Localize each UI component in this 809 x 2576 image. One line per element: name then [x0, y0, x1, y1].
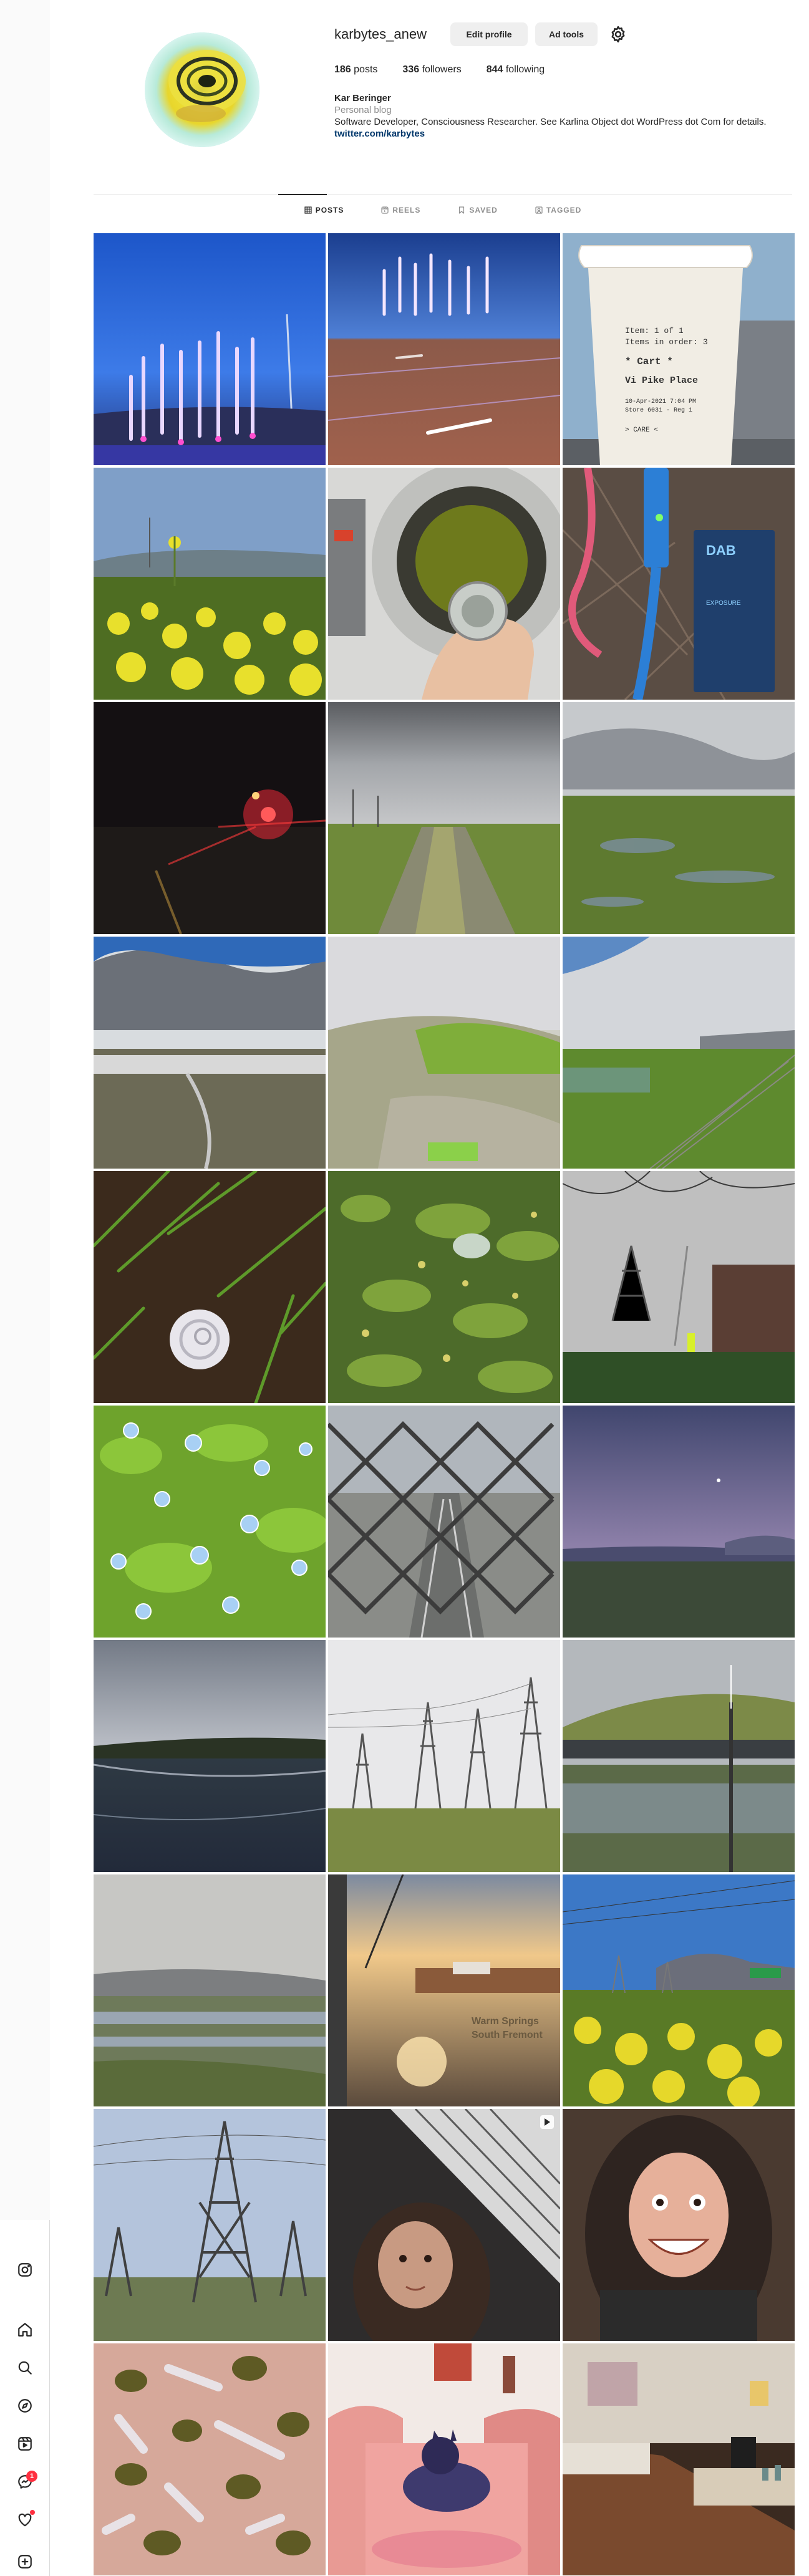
cup-label-line-2: Items in order: 3	[625, 337, 708, 347]
followers-stat[interactable]: 336 followers	[402, 64, 461, 75]
profile-avatar[interactable]	[145, 32, 259, 147]
tab-reels-label: REELS	[392, 206, 421, 215]
home-icon[interactable]	[14, 2318, 36, 2341]
posts-count: 186	[334, 64, 351, 75]
messages-badge: 1	[26, 2471, 37, 2482]
post-thumbnail[interactable]	[94, 1171, 326, 1403]
post-thumbnail[interactable]	[563, 1406, 795, 1638]
post-thumbnail[interactable]	[328, 2343, 560, 2575]
profile-full-name: Kar Beringer	[334, 93, 391, 104]
cup-label-line-3: * Cart *	[625, 356, 673, 367]
profile-bio: Kar Beringer Personal blog Software Deve…	[334, 92, 790, 140]
post-thumbnail[interactable]	[328, 468, 560, 700]
profile-stats: 186 posts 336 followers 844 following	[334, 64, 545, 75]
station-sign-line-1: Warm Springs	[472, 2016, 539, 2027]
post-thumbnail[interactable]	[328, 233, 560, 465]
instagram-profile-page: 1 karbytes_anew Edit profile Ad tools 18…	[0, 0, 809, 2576]
post-thumbnail[interactable]	[328, 1406, 560, 1638]
profile-link[interactable]: twitter.com/karbytes	[334, 128, 790, 140]
posts-label: posts	[354, 64, 378, 75]
post-thumbnail[interactable]: Warm Springs South Fremont	[328, 1874, 560, 2106]
side-navigation: 1	[0, 0, 50, 2576]
edit-profile-button[interactable]: Edit profile	[450, 22, 528, 46]
grid-icon	[304, 206, 312, 214]
reels-icon[interactable]	[14, 2433, 36, 2455]
post-thumbnail[interactable]: DAB EXPOSURE	[563, 468, 795, 700]
reels-icon	[381, 206, 389, 214]
post-thumbnail[interactable]	[563, 2109, 795, 2341]
post-thumbnail[interactable]	[94, 702, 326, 934]
cup-label-line-6: Store 6031 - Reg 1	[625, 407, 692, 414]
box-label-title: DAB	[706, 543, 736, 558]
active-tab-indicator	[278, 194, 327, 195]
tab-reels[interactable]: REELS	[381, 206, 420, 215]
post-thumbnail[interactable]	[563, 937, 795, 1169]
settings-gear-icon[interactable]	[609, 25, 627, 44]
nav-background	[0, 0, 50, 2220]
profile-category: Personal blog	[334, 105, 392, 115]
profile-username: karbytes_anew	[334, 26, 427, 42]
cup-label-line-4: Vi Pike Place	[625, 375, 698, 386]
post-thumbnail[interactable]	[94, 2109, 326, 2341]
post-thumbnail[interactable]	[328, 702, 560, 934]
tag-icon	[535, 206, 543, 214]
post-thumbnail[interactable]	[328, 1171, 560, 1403]
cup-label-line-5: 10-Apr-2021 7:04 PM	[625, 398, 696, 405]
following-count: 844	[486, 64, 503, 75]
bookmark-icon	[459, 206, 465, 214]
tab-saved[interactable]: SAVED	[458, 206, 497, 215]
post-thumbnail[interactable]	[563, 1874, 795, 2106]
following-stat[interactable]: 844 following	[487, 64, 545, 75]
followers-label: followers	[422, 64, 462, 75]
post-thumbnail[interactable]	[328, 2109, 560, 2341]
instagram-logo-icon[interactable]	[14, 2259, 36, 2281]
post-thumbnail[interactable]	[563, 1640, 795, 1872]
post-thumbnail[interactable]	[94, 1874, 326, 2106]
profile-bio-text: Software Developer, Consciousness Resear…	[334, 117, 767, 127]
post-thumbnail[interactable]	[563, 2343, 795, 2575]
ad-tools-button[interactable]: Ad tools	[535, 22, 598, 46]
search-icon[interactable]	[14, 2357, 36, 2379]
posts-grid: Item: 1 of 1 Items in order: 3 * Cart * …	[94, 233, 795, 2575]
post-thumbnail[interactable]	[94, 2343, 326, 2575]
create-icon[interactable]	[14, 2550, 36, 2573]
post-thumbnail[interactable]	[563, 1171, 795, 1403]
tab-posts-label: POSTS	[315, 206, 344, 215]
post-thumbnail[interactable]	[563, 702, 795, 934]
heart-icon[interactable]	[14, 2509, 36, 2531]
cup-label-line-1: Item: 1 of 1	[625, 326, 684, 335]
box-label-sub: EXPOSURE	[706, 600, 741, 607]
tab-tagged-label: TAGGED	[546, 206, 582, 215]
profile-tabs: POSTS REELS SAVED TAGGED	[94, 206, 792, 215]
posts-stat: 186 posts	[334, 64, 377, 75]
post-thumbnail[interactable]	[94, 468, 326, 700]
tab-tagged[interactable]: TAGGED	[535, 206, 581, 215]
tab-posts[interactable]: POSTS	[304, 206, 344, 215]
post-thumbnail[interactable]	[328, 937, 560, 1169]
messenger-icon[interactable]: 1	[14, 2471, 37, 2493]
following-label: following	[505, 64, 545, 75]
explore-icon[interactable]	[14, 2395, 36, 2417]
cup-label-line-7: > CARE <	[625, 427, 658, 434]
post-thumbnail[interactable]	[94, 233, 326, 465]
post-thumbnail[interactable]: Item: 1 of 1 Items in order: 3 * Cart * …	[563, 233, 795, 465]
station-sign-line-2: South Fremont	[472, 2030, 543, 2040]
followers-count: 336	[402, 64, 420, 75]
post-thumbnail[interactable]	[328, 1640, 560, 1872]
tab-saved-label: SAVED	[469, 206, 498, 215]
post-thumbnail[interactable]	[94, 937, 326, 1169]
post-thumbnail[interactable]	[94, 1406, 326, 1638]
notification-dot	[30, 2510, 35, 2515]
reel-indicator-icon	[540, 2115, 554, 2129]
post-thumbnail[interactable]	[94, 1640, 326, 1872]
